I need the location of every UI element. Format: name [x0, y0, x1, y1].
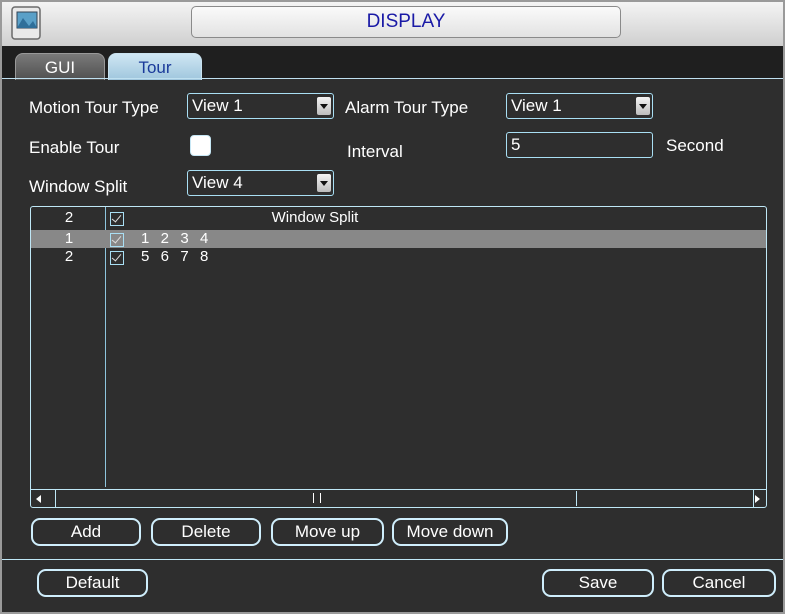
- alarm-tour-type-value: View 1: [511, 96, 562, 115]
- select-all-checkbox[interactable]: [110, 212, 124, 226]
- row-checkbox[interactable]: [110, 251, 124, 265]
- default-button[interactable]: Default: [37, 569, 148, 597]
- scroll-left-icon[interactable]: [36, 495, 41, 503]
- scroll-right-icon[interactable]: [755, 495, 760, 503]
- window-title: DISPLAY: [191, 6, 621, 38]
- tab-gui[interactable]: GUI: [15, 53, 105, 80]
- cancel-button[interactable]: Cancel: [662, 569, 776, 597]
- tour-list-table[interactable]: 2 Window Split 1 1 2 3 4 2 5 6 7 8: [30, 206, 767, 508]
- scrollbar-divider: [753, 490, 754, 507]
- delete-button[interactable]: Delete: [151, 518, 261, 546]
- footer-divider: [2, 559, 783, 560]
- interval-unit-label: Second: [666, 136, 724, 155]
- table-row[interactable]: 2 5 6 7 8: [31, 248, 766, 266]
- scrollbar-grip-icon: [313, 493, 321, 503]
- window-split-select[interactable]: View 4: [187, 170, 334, 196]
- interval-input[interactable]: 5: [506, 132, 653, 158]
- alarm-tour-type-select[interactable]: View 1: [506, 93, 653, 119]
- window-split-value: View 4: [192, 173, 243, 192]
- enable-tour-checkbox[interactable]: [190, 135, 211, 156]
- chevron-down-icon[interactable]: [636, 97, 650, 115]
- row-channels: 5 6 7 8: [141, 248, 210, 265]
- interval-value: 5: [511, 135, 521, 154]
- tab-bar: GUI Tour: [2, 46, 783, 80]
- enable-tour-label: Enable Tour: [29, 138, 120, 157]
- move-up-button[interactable]: Move up: [271, 518, 384, 546]
- motion-tour-type-value: View 1: [192, 96, 243, 115]
- tab-tour[interactable]: Tour: [108, 53, 202, 80]
- row-index: 2: [64, 248, 74, 265]
- motion-tour-type-label: Motion Tour Type: [29, 98, 159, 117]
- table-header: 2 Window Split: [31, 209, 766, 227]
- move-down-button[interactable]: Move down: [392, 518, 508, 546]
- tab-divider: [2, 78, 783, 79]
- display-window: DISPLAY GUI Tour Motion Tour Type View 1…: [0, 0, 785, 614]
- window-split-label: Window Split: [29, 177, 128, 196]
- row-index: 1: [64, 230, 74, 247]
- chevron-down-icon[interactable]: [317, 174, 331, 192]
- alarm-tour-type-label: Alarm Tour Type: [345, 98, 469, 117]
- horizontal-scrollbar[interactable]: [31, 489, 766, 507]
- add-button[interactable]: Add: [31, 518, 141, 546]
- motion-tour-type-select[interactable]: View 1: [187, 93, 334, 119]
- title-bar: DISPLAY: [2, 2, 783, 47]
- display-app-icon: [11, 6, 41, 40]
- row-count: 2: [64, 209, 74, 226]
- save-button[interactable]: Save: [542, 569, 654, 597]
- row-channels: 1 2 3 4: [141, 230, 210, 247]
- chevron-down-icon[interactable]: [317, 97, 331, 115]
- column-header-window-split: Window Split: [271, 209, 359, 226]
- interval-label: Interval: [347, 142, 403, 161]
- row-checkbox[interactable]: [110, 233, 124, 247]
- table-row[interactable]: 1 1 2 3 4: [31, 230, 766, 248]
